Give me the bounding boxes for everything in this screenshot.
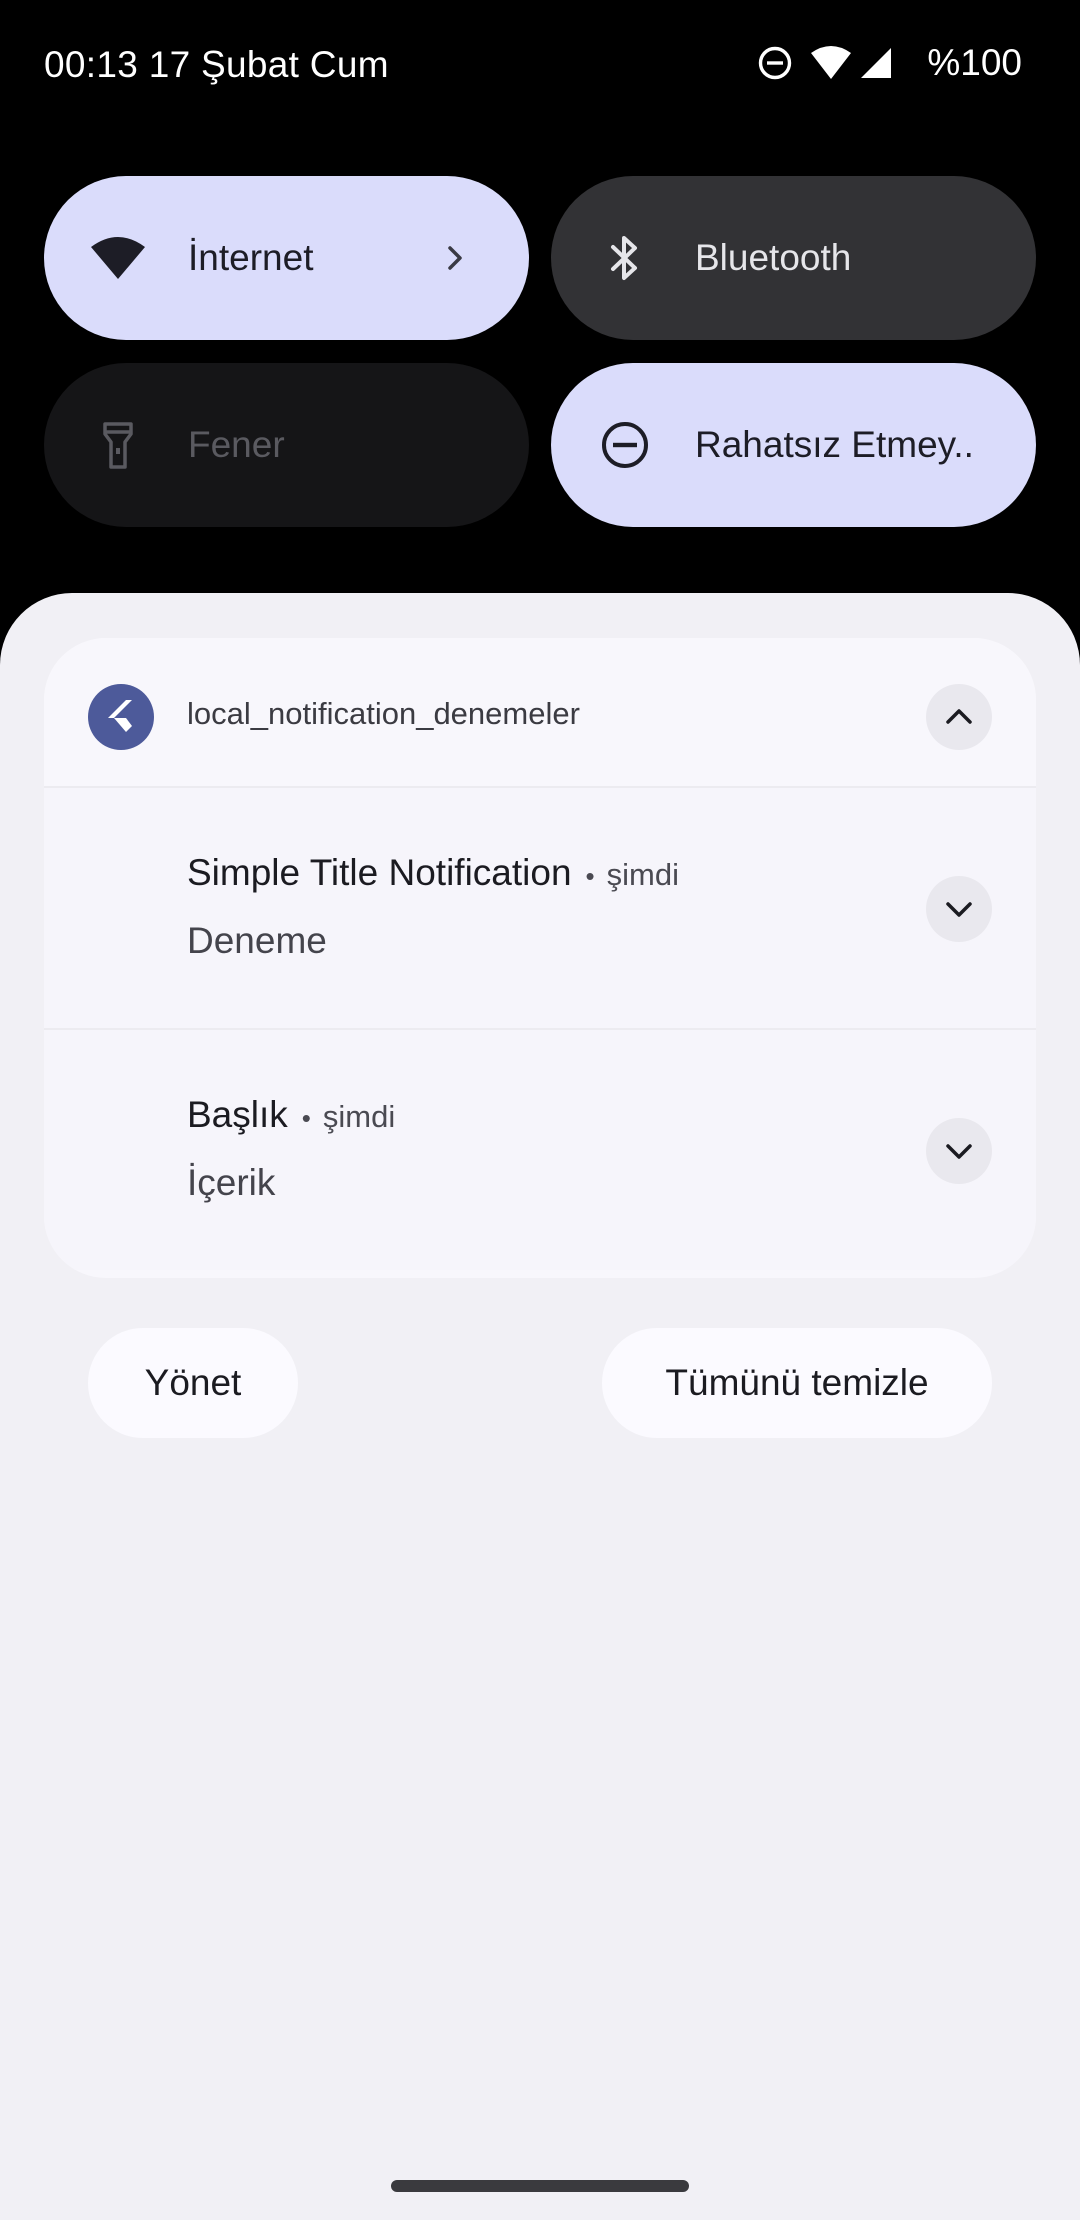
- separator-dot: •: [301, 1103, 311, 1133]
- flutter-icon: [88, 684, 154, 750]
- notification-time: şimdi: [322, 1099, 396, 1134]
- app-name: local_notification_denemeler: [187, 696, 580, 731]
- battery-level: %100: [927, 42, 1022, 83]
- tile-flashlight-label: Fener: [188, 424, 285, 465]
- tile-bluetooth[interactable]: Bluetooth: [551, 176, 1036, 340]
- notification-title: Simple Title Notification: [187, 852, 572, 893]
- notification-title: Başlık: [187, 1094, 288, 1135]
- wifi-icon: [88, 228, 148, 288]
- status-time: 00:13: [44, 44, 139, 85]
- chevron-down-icon: [946, 1144, 972, 1159]
- tile-do-not-disturb[interactable]: Rahatsız Etmey..: [551, 363, 1036, 527]
- notification-shade: local_notification_denemeler Simple Titl…: [0, 593, 1080, 2220]
- status-icons: %100: [757, 42, 1022, 84]
- notification-item[interactable]: Başlık • şimdi İçerik: [44, 1030, 1036, 1270]
- do-not-disturb-icon: [595, 415, 655, 475]
- chevron-down-icon: [946, 902, 972, 917]
- clear-all-button[interactable]: Tümünü temizle: [602, 1328, 992, 1438]
- bluetooth-icon: [595, 228, 655, 288]
- notification-item[interactable]: Simple Title Notification • şimdi Deneme: [44, 788, 1036, 1028]
- collapse-group-button[interactable]: [926, 684, 992, 750]
- tile-internet[interactable]: İnternet: [44, 176, 529, 340]
- separator-dot: •: [585, 861, 595, 891]
- notification-group-header[interactable]: local_notification_denemeler: [44, 638, 1036, 786]
- notification-group: local_notification_denemeler Simple Titl…: [44, 638, 1036, 1278]
- notification-body: İçerik: [187, 1162, 276, 1203]
- cell-signal-icon: [859, 46, 893, 80]
- flashlight-icon: [88, 415, 148, 475]
- do-not-disturb-icon: [757, 45, 793, 81]
- status-clock: 00:13 17 Şubat Cum: [44, 44, 389, 86]
- home-indicator[interactable]: [391, 2180, 689, 2192]
- tile-flashlight[interactable]: Fener: [44, 363, 529, 527]
- expand-notification-button[interactable]: [926, 1118, 992, 1184]
- chevron-up-icon: [946, 709, 972, 724]
- manage-button[interactable]: Yönet: [88, 1328, 298, 1438]
- status-bar: 00:13 17 Şubat Cum %100: [0, 0, 1080, 135]
- tile-internet-label: İnternet: [188, 237, 314, 278]
- tile-do-not-disturb-label: Rahatsız Etmey..: [695, 424, 974, 465]
- expand-notification-button[interactable]: [926, 876, 992, 942]
- chevron-right-icon: [425, 228, 485, 288]
- notification-time: şimdi: [606, 857, 679, 892]
- notification-title-row: Başlık • şimdi: [187, 1094, 395, 1136]
- notification-title-row: Simple Title Notification • şimdi: [187, 852, 679, 894]
- screen: 00:13 17 Şubat Cum %100 İnternet Bluetoo…: [0, 0, 1080, 2220]
- status-date: 17 Şubat Cum: [148, 44, 389, 85]
- tile-bluetooth-label: Bluetooth: [695, 237, 852, 278]
- notification-body: Deneme: [187, 920, 327, 961]
- wifi-icon: [809, 45, 853, 81]
